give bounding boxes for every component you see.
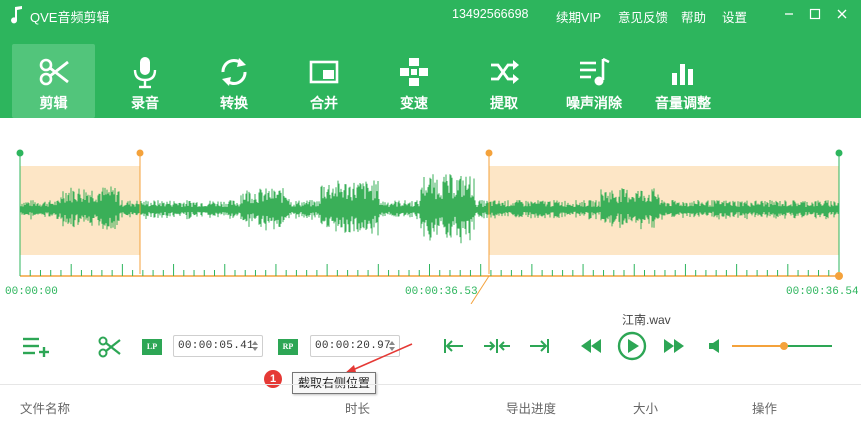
column-duration[interactable]: 时长 (345, 398, 370, 417)
divider (0, 384, 861, 385)
scissors-icon (39, 58, 69, 86)
tab-denoise[interactable]: 噪声消除 (554, 44, 634, 118)
jump-to-start-icon[interactable] (443, 336, 465, 356)
column-size[interactable]: 大小 (633, 398, 658, 417)
play-icon[interactable] (617, 331, 647, 361)
tab-record-label: 录音 (131, 95, 159, 111)
close-icon[interactable] (833, 5, 851, 23)
title-bar: QVE音频剪辑 13492566698 续期VIP 意见反馈 帮助 设置 (0, 0, 861, 30)
settings-link[interactable]: 设置 (722, 7, 747, 26)
tab-record[interactable]: 录音 (105, 44, 185, 118)
tab-cut[interactable]: 剪辑 (12, 44, 95, 118)
tab-merge[interactable]: 合并 (284, 44, 364, 118)
left-time-stepper[interactable]: 00:00:05.41 (173, 335, 263, 357)
current-file-name: 江南.wav (622, 313, 671, 327)
tab-extract-label: 提取 (490, 95, 518, 111)
renew-vip-link[interactable]: 续期VIP (556, 7, 601, 26)
cut-icon[interactable] (98, 335, 122, 359)
account-phone[interactable]: 13492566698 (452, 7, 528, 21)
annotation-badge: 1 (264, 370, 282, 388)
center-split-icon[interactable] (483, 336, 511, 356)
app-header: QVE音频剪辑 13492566698 续期VIP 意见反馈 帮助 设置 剪辑 (0, 0, 861, 118)
tab-denoise-label: 噪声消除 (566, 95, 622, 111)
fast-forward-icon[interactable] (663, 338, 685, 354)
tab-volume-adjust-label: 音量调整 (655, 95, 711, 111)
tab-speed-label: 变速 (400, 95, 428, 111)
volume-icon[interactable] (708, 338, 724, 354)
maximize-icon[interactable] (806, 5, 824, 23)
column-file-name[interactable]: 文件名称 (20, 398, 70, 417)
merge-icon (309, 60, 339, 84)
rewind-icon[interactable] (580, 338, 602, 354)
playhead-handle[interactable] (835, 272, 843, 280)
jump-to-end-icon[interactable] (528, 336, 550, 356)
minimize-icon[interactable] (780, 5, 798, 23)
rp-tag[interactable]: RP (278, 339, 298, 355)
start-handle[interactable] (16, 149, 24, 157)
start-time-label: 00:00:00 (5, 286, 58, 298)
add-file-icon[interactable] (22, 336, 50, 358)
waveform-area[interactable]: 00:00:00 00:00:36.53 00:00:36.54 (0, 118, 861, 305)
microphone-icon (133, 57, 157, 89)
extract-icon (491, 60, 519, 84)
volume-adjust-icon (672, 64, 693, 85)
tab-convert[interactable]: 转换 (194, 44, 274, 118)
volume-knob[interactable] (780, 342, 788, 350)
tab-convert-label: 转换 (220, 95, 248, 111)
end-time-label: 00:00:36.54 (786, 286, 859, 298)
lp-tag[interactable]: LP (142, 339, 162, 355)
column-actions[interactable]: 操作 (752, 398, 777, 417)
tooltip: 截取右侧位置 (292, 372, 377, 394)
left-marker-handle[interactable] (136, 149, 144, 157)
feedback-link[interactable]: 意见反馈 (618, 7, 668, 26)
convert-icon (221, 58, 247, 86)
column-export-progress[interactable]: 导出进度 (506, 398, 556, 417)
right-marker-handle[interactable] (485, 149, 493, 157)
music-note-icon (11, 6, 22, 24)
denoise-icon (580, 57, 610, 86)
tab-merge-label: 合并 (310, 95, 338, 111)
waveform-canvas[interactable] (0, 118, 861, 305)
tab-extract[interactable]: 提取 (464, 44, 544, 118)
stepper-arrows-icon[interactable] (251, 339, 259, 353)
app-title: QVE音频剪辑 (30, 10, 110, 25)
tab-speed[interactable]: 变速 (374, 44, 454, 118)
speed-icon (400, 58, 428, 86)
tab-cut-label: 剪辑 (39, 95, 68, 111)
timeline-ruler (19, 264, 840, 277)
help-link[interactable]: 帮助 (681, 7, 706, 26)
volume-fill (732, 345, 784, 347)
tab-volume-adjust[interactable]: 音量调整 (643, 44, 723, 118)
end-handle[interactable] (835, 149, 843, 157)
left-time-value[interactable]: 00:00:05.41 (178, 340, 254, 352)
mid-time-label: 00:00:36.53 (405, 286, 478, 298)
volume-slider[interactable] (732, 340, 832, 352)
